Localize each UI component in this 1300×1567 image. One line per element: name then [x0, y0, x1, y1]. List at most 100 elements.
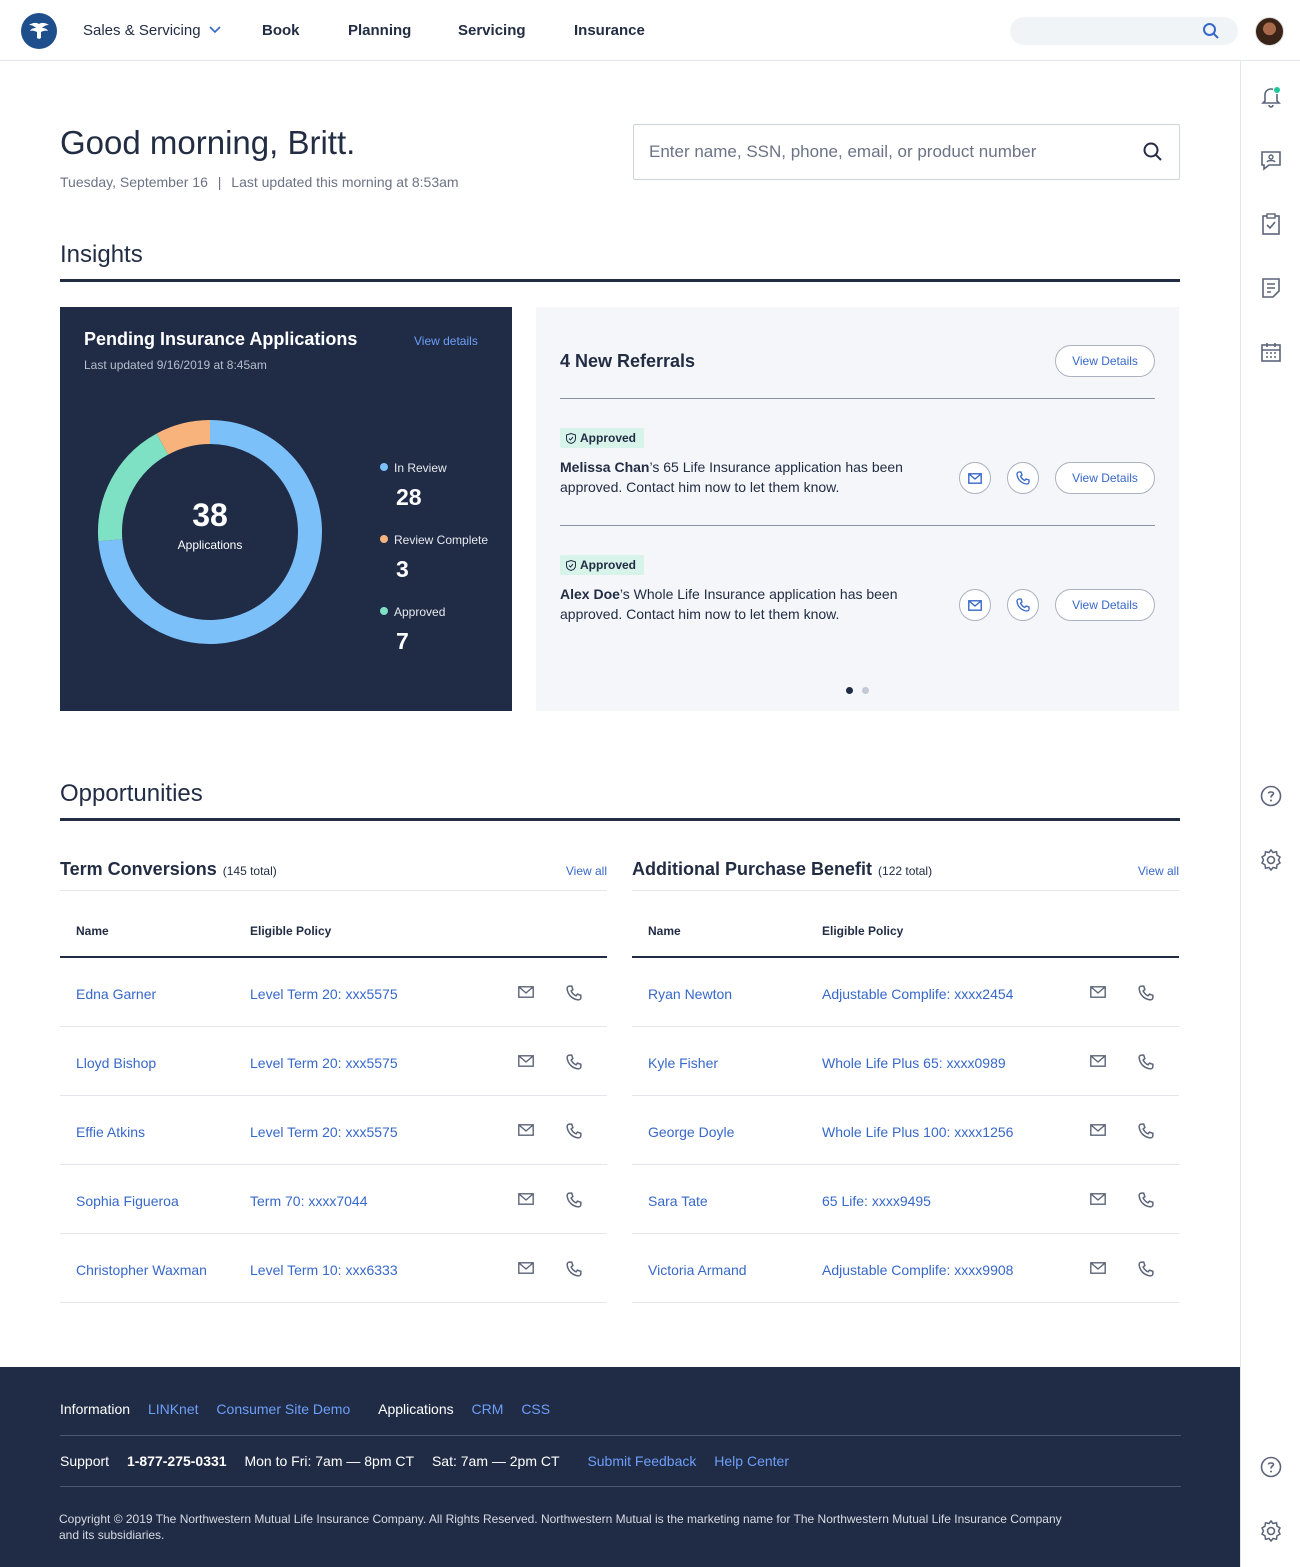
- referral-client-name[interactable]: Alex Doe: [560, 586, 620, 602]
- client-name-link[interactable]: Kyle Fisher: [648, 1055, 718, 1071]
- call-button[interactable]: [1007, 589, 1039, 621]
- nav-sales-servicing-menu[interactable]: Sales & Servicing: [83, 22, 221, 39]
- phone-icon[interactable]: [1138, 1054, 1154, 1070]
- mail-icon[interactable]: [1090, 986, 1106, 998]
- pending-view-details-link[interactable]: View details: [414, 334, 478, 348]
- mail-icon[interactable]: [1090, 1262, 1106, 1274]
- nav-book[interactable]: Book: [262, 22, 300, 39]
- bell-icon[interactable]: [1259, 85, 1283, 109]
- footer-link-linknet[interactable]: LINKnet: [148, 1401, 199, 1417]
- phone-icon[interactable]: [566, 1054, 582, 1070]
- eagle-logo-icon[interactable]: [21, 13, 57, 49]
- policy-link[interactable]: Level Term 10: xxx6333: [250, 1262, 398, 1278]
- search-icon[interactable]: [1143, 142, 1163, 162]
- mail-icon[interactable]: [1090, 1055, 1106, 1067]
- call-button[interactable]: [1007, 462, 1039, 494]
- email-button[interactable]: [959, 462, 991, 494]
- phone-icon[interactable]: [1138, 1192, 1154, 1208]
- footer-copyright: Copyright © 2019 The Northwestern Mutual…: [59, 1512, 1062, 1542]
- email-button[interactable]: [959, 589, 991, 621]
- column-header-name[interactable]: Name: [76, 924, 109, 938]
- view-all-link[interactable]: View all: [1138, 864, 1179, 878]
- footer-link-consumer-site-demo[interactable]: Consumer Site Demo: [216, 1401, 350, 1417]
- settings-icon[interactable]: [1259, 848, 1283, 872]
- referral-client-name[interactable]: Melissa Chan: [560, 459, 649, 475]
- nav-planning[interactable]: Planning: [348, 22, 411, 39]
- client-name-link[interactable]: Sara Tate: [648, 1193, 708, 1209]
- footer: Information LINKnet Consumer Site Demo A…: [0, 1367, 1240, 1567]
- column-header-policy[interactable]: Eligible Policy: [822, 924, 903, 938]
- client-name-link[interactable]: George Doyle: [648, 1124, 734, 1140]
- settings-icon[interactable]: [1259, 1519, 1283, 1543]
- mail-icon[interactable]: [518, 1262, 534, 1274]
- phone-icon[interactable]: [566, 1261, 582, 1277]
- policy-link[interactable]: Adjustable Complife: xxxx9908: [822, 1262, 1013, 1278]
- nav-insurance[interactable]: Insurance: [574, 22, 645, 39]
- notes-icon[interactable]: [1259, 276, 1283, 300]
- calendar-icon[interactable]: [1259, 340, 1283, 364]
- phone-icon[interactable]: [566, 1123, 582, 1139]
- policy-link[interactable]: 65 Life: xxxx9495: [822, 1193, 931, 1209]
- phone-icon: [1016, 598, 1030, 612]
- referral-view-details-button[interactable]: View Details: [1055, 589, 1155, 621]
- phone-icon[interactable]: [566, 985, 582, 1001]
- phone-icon[interactable]: [1138, 1123, 1154, 1139]
- mail-icon[interactable]: [518, 986, 534, 998]
- legend-value: 28: [396, 484, 422, 510]
- column-header-name[interactable]: Name: [648, 924, 681, 938]
- mail-icon[interactable]: [1090, 1193, 1106, 1205]
- panel-header: Additional Purchase Benefit (122 total) V…: [632, 856, 1179, 891]
- footer-link-crm[interactable]: CRM: [472, 1401, 504, 1417]
- mail-icon[interactable]: [518, 1055, 534, 1067]
- avatar[interactable]: [1255, 17, 1284, 46]
- nav-search-input[interactable]: [1010, 17, 1238, 45]
- footer-link-css[interactable]: CSS: [521, 1401, 550, 1417]
- search-icon[interactable]: [1202, 22, 1220, 40]
- nav-servicing[interactable]: Servicing: [458, 22, 526, 39]
- policy-link[interactable]: Level Term 20: xxx5575: [250, 986, 398, 1002]
- policy-link[interactable]: Adjustable Complife: xxxx2454: [822, 986, 1013, 1002]
- carousel-dot[interactable]: [862, 687, 869, 694]
- policy-link[interactable]: Term 70: xxxx7044: [250, 1193, 368, 1209]
- client-name-link[interactable]: Christopher Waxman: [76, 1262, 207, 1278]
- client-name-link[interactable]: Victoria Armand: [648, 1262, 747, 1278]
- policy-link[interactable]: Level Term 20: xxx5575: [250, 1124, 398, 1140]
- nav-menu-label: Sales & Servicing: [83, 22, 201, 39]
- help-icon[interactable]: [1259, 1455, 1283, 1479]
- chat-icon[interactable]: [1259, 148, 1283, 172]
- client-name-link[interactable]: Lloyd Bishop: [76, 1055, 156, 1071]
- referral-view-details-button[interactable]: View Details: [1055, 462, 1155, 494]
- phone-icon[interactable]: [1138, 1261, 1154, 1277]
- footer-link-help-center[interactable]: Help Center: [714, 1453, 789, 1469]
- referrals-view-details-button[interactable]: View Details: [1055, 345, 1155, 377]
- help-icon[interactable]: [1259, 784, 1283, 808]
- policy-link[interactable]: Whole Life Plus 65: xxxx0989: [822, 1055, 1006, 1071]
- phone-icon[interactable]: [1138, 985, 1154, 1001]
- footer-divider: [60, 1486, 1181, 1487]
- policy-link[interactable]: Whole Life Plus 100: xxxx1256: [822, 1124, 1013, 1140]
- legend-approved: Approved 7: [380, 603, 445, 655]
- client-name-link[interactable]: Edna Garner: [76, 986, 156, 1002]
- support-phone[interactable]: 1-877-275-0331: [127, 1453, 227, 1469]
- phone-icon[interactable]: [566, 1192, 582, 1208]
- legend-value: 7: [396, 628, 409, 654]
- footer-link-submit-feedback[interactable]: Submit Feedback: [587, 1453, 696, 1469]
- clipboard-check-icon[interactable]: [1259, 212, 1283, 236]
- policy-link[interactable]: Level Term 20: xxx5575: [250, 1055, 398, 1071]
- column-header-policy[interactable]: Eligible Policy: [250, 924, 331, 938]
- donut-center: 38 Applications: [97, 497, 323, 552]
- table-row: Lloyd Bishop Level Term 20: xxx5575: [60, 1027, 607, 1096]
- mail-icon[interactable]: [1090, 1124, 1106, 1136]
- badge-label: Approved: [580, 431, 637, 445]
- mail-icon[interactable]: [518, 1193, 534, 1205]
- pending-card-updated: Last updated 9/16/2019 at 8:45am: [84, 358, 267, 372]
- client-search-input[interactable]: [649, 139, 1119, 165]
- client-name-link[interactable]: Effie Atkins: [76, 1124, 145, 1140]
- view-all-link[interactable]: View all: [566, 864, 607, 878]
- client-name-link[interactable]: Ryan Newton: [648, 986, 732, 1002]
- carousel-dot-active[interactable]: [846, 687, 853, 694]
- badge-label: Approved: [580, 558, 637, 572]
- mail-icon[interactable]: [518, 1124, 534, 1136]
- legend-swatch: [380, 535, 388, 543]
- client-name-link[interactable]: Sophia Figueroa: [76, 1193, 179, 1209]
